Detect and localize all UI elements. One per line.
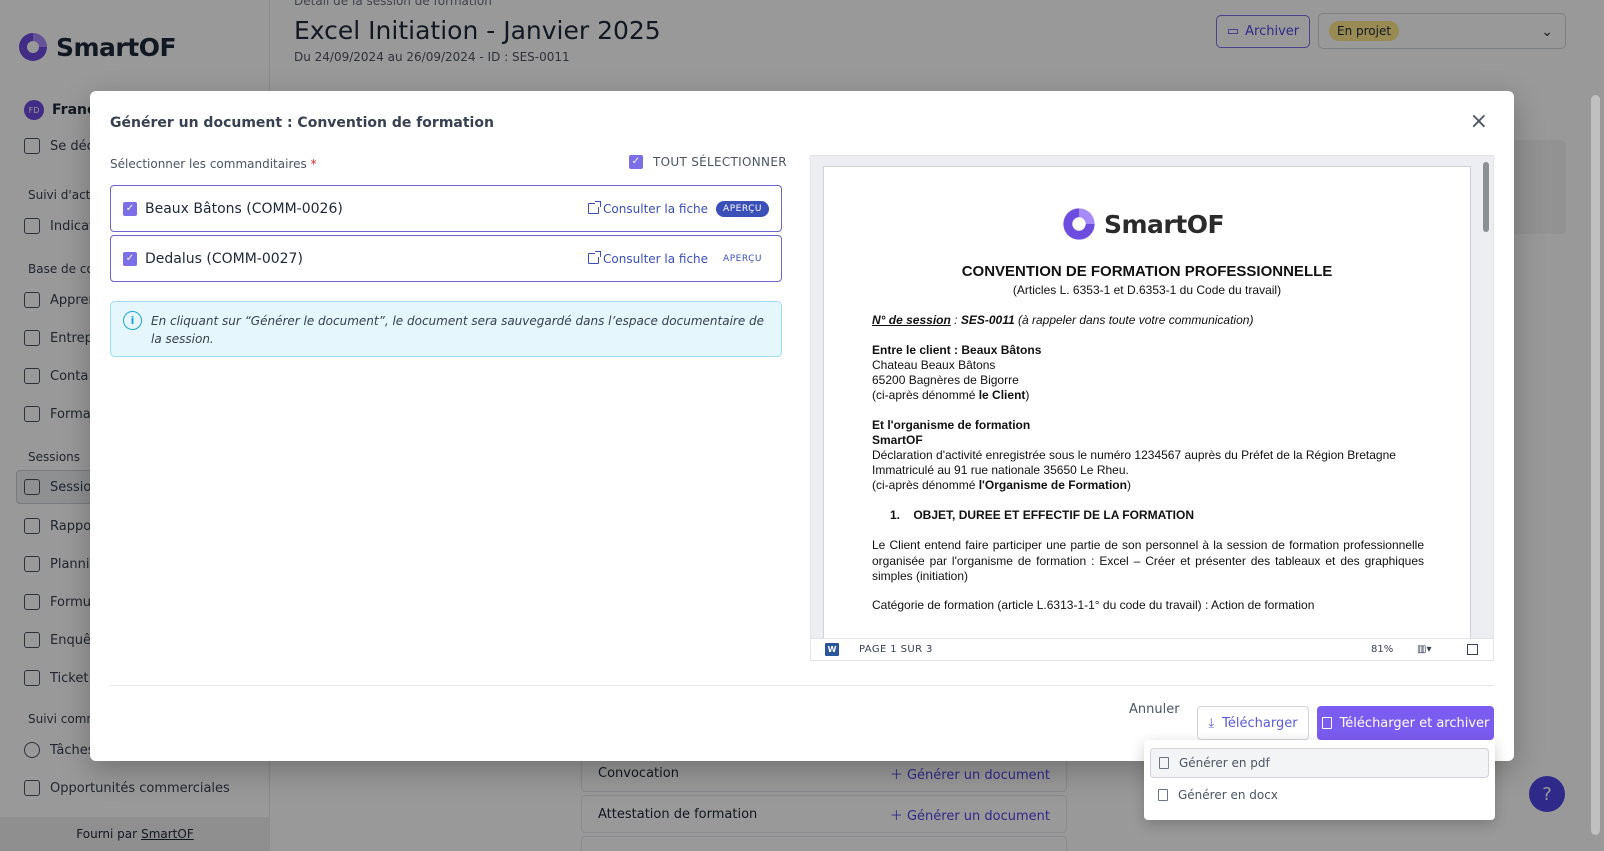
select-all-toggle[interactable]: ✓ TOUT SÉLECTIONNER <box>629 155 787 169</box>
smartof-logo-icon <box>1063 208 1095 240</box>
client-checkbox[interactable]: ✓ <box>123 201 137 216</box>
doc-logo-text: SmartOF <box>1104 209 1225 239</box>
doc-org-name: SmartOF <box>872 433 923 447</box>
doc-org-line3: (ci-après dénommé l'Organisme de Formati… <box>872 478 1131 492</box>
preview-toolbar: W PAGE 1 SUR 3 81% ▥▾ <box>811 638 1493 660</box>
client-name: Beaux Bâtons (COMM-0026) <box>145 200 343 217</box>
footer-divider <box>110 685 1494 686</box>
zoom-level[interactable]: 81% <box>1371 644 1393 655</box>
file-icon <box>1158 789 1168 801</box>
client-checkbox[interactable]: ✓ <box>123 251 137 266</box>
doc-org-head: Et l'organisme de formation <box>872 418 1031 432</box>
doc-title: CONVENTION DE FORMATION PROFESSIONNELLE <box>961 263 1333 280</box>
info-text: En cliquant sur “Générer le document”, l… <box>151 314 765 346</box>
doc-subtitle: (Articles L. 6353-1 et D.6353-1 du Code … <box>1012 283 1282 297</box>
doc-client-line1: Chateau Beaux Bâtons <box>872 358 996 372</box>
doc-section-1: 1. OBJET, DUREE ET EFFECTIF DE LA FORMAT… <box>890 508 1195 522</box>
doc-client-line2: 65200 Bagnères de Bigorre <box>872 373 1019 387</box>
consult-link[interactable]: Consulter la fiche <box>588 251 708 266</box>
download-button[interactable]: ⤓ Télécharger <box>1197 706 1309 740</box>
preview-badge[interactable]: APERÇU <box>716 200 769 217</box>
doc-org-line1: Déclaration d'activité enregistrée sous … <box>872 448 1396 462</box>
preview-badge[interactable]: APERÇU <box>716 251 769 267</box>
download-icon: ⤓ <box>1208 715 1215 731</box>
modal-title: Générer un document : Convention de form… <box>110 115 494 131</box>
download-label: Télécharger <box>1222 715 1298 731</box>
external-link-icon <box>588 201 602 214</box>
generate-document-modal: Générer un document : Convention de form… <box>90 91 1514 761</box>
fullscreen-icon[interactable] <box>1467 644 1478 655</box>
client-row-beaux-batons[interactable]: ✓ Beaux Bâtons (COMM-0026) Consulter la … <box>110 185 782 232</box>
select-clients-label: Sélectionner les commanditaires * <box>110 157 317 171</box>
select-all-checkbox[interactable]: ✓ <box>629 155 643 169</box>
view-mode-icon[interactable]: ▥▾ <box>1417 644 1431 655</box>
preview-page: SmartOF CONVENTION DE FORMATION PROFESSI… <box>823 166 1471 646</box>
doc-client-head: Entre le client : Beaux Bâtons <box>872 343 1042 357</box>
client-row-dedalus[interactable]: ✓ Dedalus (COMM-0027) Consulter la fiche… <box>110 235 782 282</box>
select-all-label: TOUT SÉLECTIONNER <box>653 155 787 169</box>
download-archive-button[interactable]: Télécharger et archiver <box>1317 706 1494 740</box>
doc-logo: SmartOF <box>1060 205 1225 243</box>
menu-item-docx[interactable]: Générer en docx <box>1150 780 1489 810</box>
menu-item-label: Générer en pdf <box>1179 756 1270 770</box>
page-indicator: PAGE 1 SUR 3 <box>859 644 933 655</box>
info-notice: i En cliquant sur “Générer le document”,… <box>110 301 782 357</box>
word-icon: W <box>825 643 839 656</box>
preview-scrollbar[interactable] <box>1483 162 1489 232</box>
cancel-button[interactable]: Annuler <box>1129 702 1180 717</box>
file-icon <box>1159 757 1169 769</box>
doc-para-2: Catégorie de formation (article L.6313-1… <box>872 598 1315 612</box>
close-icon[interactable]: × <box>1470 111 1488 133</box>
doc-session-line: N° de session : SES-0011 (à rappeler dan… <box>872 313 1254 327</box>
file-icon <box>1321 717 1332 729</box>
doc-para-1: Le Client entend faire participer une pa… <box>872 538 1424 583</box>
doc-org-line2: Immatriculé au 91 rue nationale 35650 Le… <box>872 463 1129 477</box>
menu-item-pdf[interactable]: Générer en pdf <box>1150 748 1489 778</box>
download-format-menu: Générer en pdf Générer en docx <box>1144 740 1495 820</box>
client-name: Dedalus (COMM-0027) <box>145 250 303 267</box>
consult-link[interactable]: Consulter la fiche <box>588 201 708 216</box>
external-link-icon <box>588 251 602 264</box>
page-scrollbar[interactable] <box>1591 95 1600 835</box>
document-preview[interactable]: SmartOF CONVENTION DE FORMATION PROFESSI… <box>810 155 1494 661</box>
doc-client-line3: (ci-après dénommé le Client) <box>872 388 1030 402</box>
info-icon: i <box>123 311 142 330</box>
menu-item-label: Générer en docx <box>1178 788 1278 802</box>
download-archive-label: Télécharger et archiver <box>1339 715 1490 731</box>
required-marker: * <box>310 157 317 171</box>
